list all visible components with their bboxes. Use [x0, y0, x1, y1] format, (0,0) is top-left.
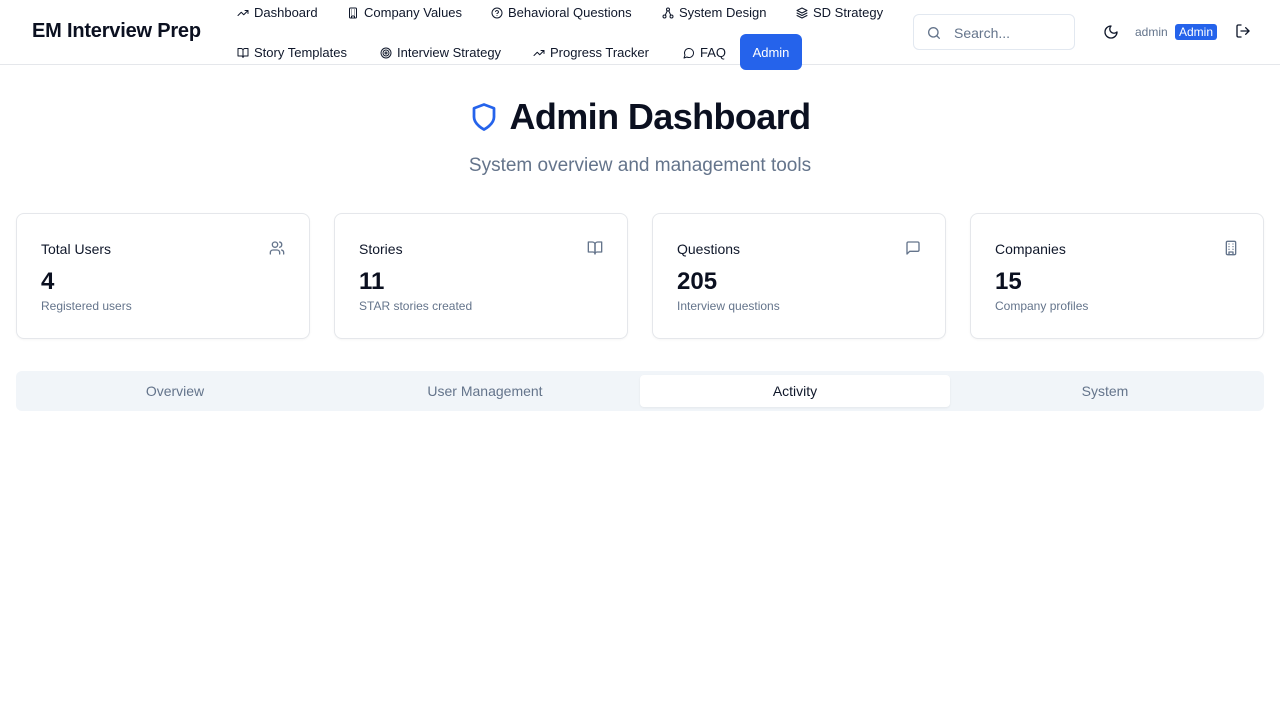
book-open-icon: [237, 47, 249, 58]
trending-up-icon: [237, 9, 249, 16]
stat-value: 4: [41, 268, 55, 295]
stat-description: Registered users: [41, 299, 132, 313]
tab-system[interactable]: System: [950, 375, 1260, 407]
stat-label: Companies: [995, 241, 1066, 257]
nav-admin[interactable]: Admin: [740, 34, 802, 70]
nav-interview-strategy[interactable]: Interview Strategy: [380, 45, 501, 60]
admin-tabs: Overview User Management Activity System: [16, 371, 1264, 411]
top-header: EM Interview Prep Dashboard Company Valu…: [0, 0, 1280, 70]
nav-faq[interactable]: FAQ: [683, 45, 726, 60]
stat-card-stories: Stories 11 STAR stories created: [334, 213, 628, 339]
nav-system-design[interactable]: System Design: [662, 5, 766, 20]
search-input[interactable]: [954, 23, 1069, 43]
page-title: Admin Dashboard: [509, 96, 811, 137]
moon-icon: [1104, 25, 1118, 39]
nav-label: Interview Strategy: [397, 45, 502, 60]
building-icon: [1223, 240, 1239, 256]
app-title[interactable]: EM Interview Prep: [32, 20, 201, 43]
theme-toggle-button[interactable]: [1101, 22, 1121, 42]
nav-label: Company Values: [364, 5, 463, 20]
stat-description: Interview questions: [677, 299, 780, 313]
nav-dashboard[interactable]: Dashboard: [237, 5, 318, 20]
nav-progress-tracker[interactable]: Progress Tracker: [533, 45, 649, 60]
users-icon: [269, 240, 285, 256]
stat-card-companies: Companies 15 Company profiles: [970, 213, 1264, 339]
stat-description: STAR stories created: [359, 299, 473, 313]
role-badge: Admin: [1175, 24, 1218, 40]
message-circle-icon: [683, 47, 694, 58]
nav-label: SD Strategy: [813, 5, 884, 20]
nav-label: Progress Tracker: [550, 45, 649, 60]
nav-label: System Design: [679, 5, 767, 20]
stat-card-questions: Questions 205 Interview questions: [652, 213, 946, 339]
stat-value: 11: [359, 268, 385, 295]
nav-label: Story Templates: [254, 45, 347, 60]
stat-label: Stories: [359, 241, 403, 257]
tab-overview[interactable]: Overview: [20, 375, 330, 407]
search-box[interactable]: [913, 14, 1075, 50]
help-circle-icon: [491, 7, 503, 18]
shield-icon: [473, 103, 496, 131]
stat-value: 205: [677, 268, 718, 295]
nav-label: Admin: [752, 44, 790, 60]
page-subtitle: System overview and management tools: [468, 155, 812, 176]
nav-label: Dashboard: [254, 5, 318, 20]
user-name: admin: [1135, 25, 1168, 39]
stat-label: Questions: [677, 241, 741, 257]
message-square-icon: [905, 240, 921, 256]
nav-company-values[interactable]: Company Values: [347, 5, 462, 20]
stat-card-users: Total Users 4 Registered users: [16, 213, 310, 339]
tab-activity[interactable]: Activity: [640, 375, 950, 407]
stat-description: Company profiles: [995, 299, 1089, 313]
nav-label: Behavioral Questions: [508, 5, 632, 20]
stat-label: Total Users: [41, 241, 112, 257]
logout-icon: [1236, 24, 1250, 38]
nav-story-templates[interactable]: Story Templates: [237, 45, 347, 60]
book-open-icon: [587, 240, 603, 256]
stat-value: 15: [995, 268, 1022, 295]
search-icon: [928, 27, 940, 39]
nav-sd-strategy[interactable]: SD Strategy: [796, 5, 883, 20]
network-icon: [662, 7, 674, 18]
building-icon: [349, 7, 357, 18]
target-icon: [380, 47, 392, 58]
nav-behavioral-questions[interactable]: Behavioral Questions: [491, 5, 632, 20]
trending-up-icon: [533, 49, 545, 56]
page-header: Admin Dashboard: [0, 96, 1280, 138]
layers-icon: [796, 7, 808, 18]
nav-label: FAQ: [700, 45, 727, 60]
logout-button[interactable]: [1235, 23, 1253, 41]
tab-user-management[interactable]: User Management: [330, 375, 640, 407]
